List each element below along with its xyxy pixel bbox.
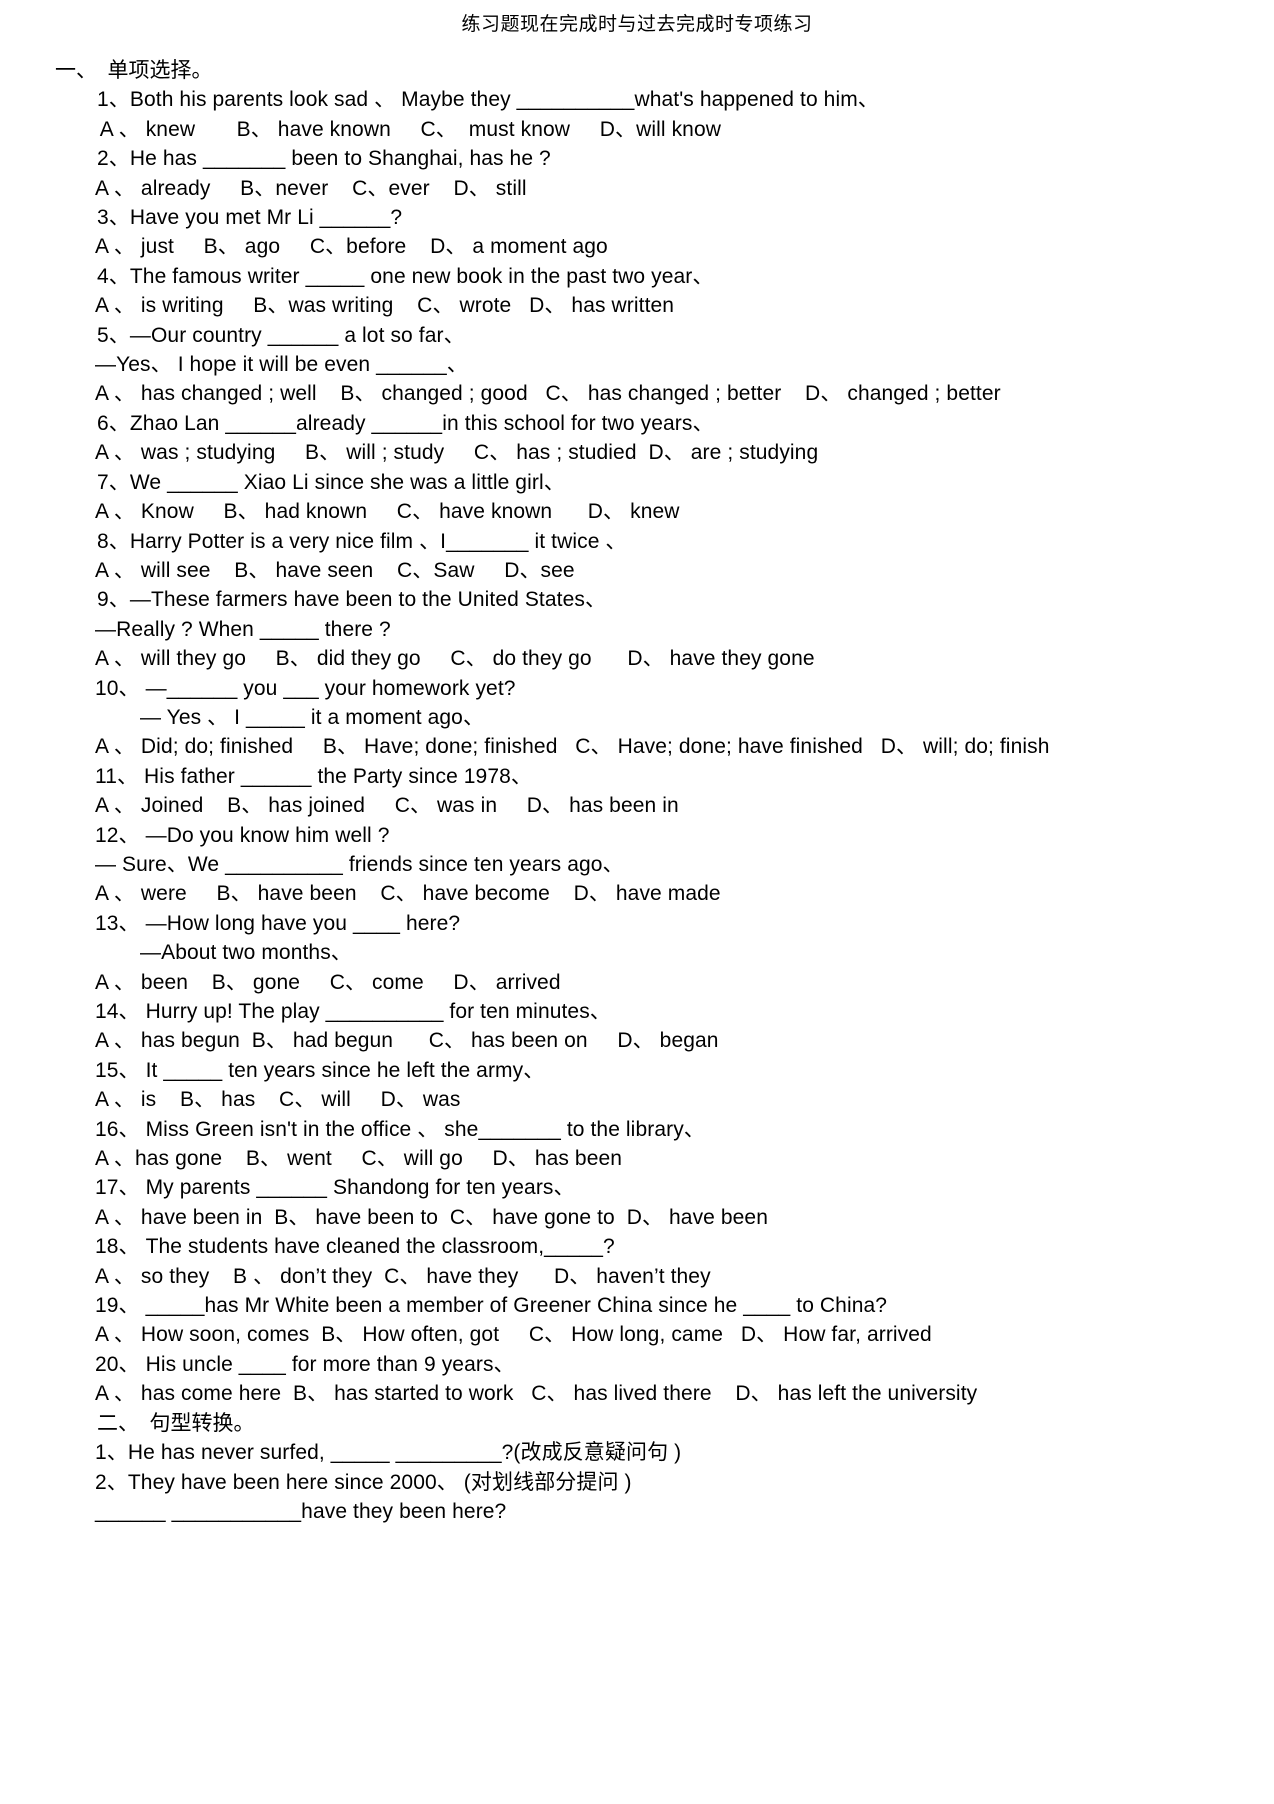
- option-line: A 、 will they go B、 did they go C、 do th…: [95, 647, 815, 671]
- option-line: A 、 has begun B、 had begun C、 has been o…: [95, 1029, 719, 1053]
- option-line: A 、 so they B 、 don’t they C、 have they …: [95, 1264, 711, 1288]
- question-line: 12、 —Do you know him well ?: [95, 823, 390, 847]
- section-heading-multiple-choice: 一、 单项选择。: [55, 58, 213, 82]
- question-line: 1、He has never surfed, _____ _________?(…: [95, 1441, 682, 1465]
- question-line: 14、 Hurry up! The play __________ for te…: [95, 1000, 611, 1023]
- question-line: 3、Have you met Mr Li ______?: [97, 206, 403, 230]
- document-body: 一、 单项选择。 1、Both his parents look sad 、 M…: [0, 56, 1274, 1526]
- option-line: A 、 Joined B、 has joined C、 was in D、 ha…: [95, 794, 679, 818]
- option-line: A 、 been B、 gone C、 come D、 arrived: [95, 970, 561, 994]
- section-multiple-choice: 一、 单项选择。 1、Both his parents look sad 、 M…: [55, 56, 1254, 1409]
- question-line: 8、Harry Potter is a very nice film 、I___…: [97, 529, 627, 553]
- question-line: 1、Both his parents look sad 、 Maybe they…: [97, 88, 879, 112]
- dialogue-line: — Sure、We __________ friends since ten y…: [95, 852, 624, 876]
- option-line: A 、 just B、 ago C、before D、 a moment ago: [95, 235, 608, 259]
- option-line: A 、 were B、 have been C、 have become D、 …: [95, 882, 721, 906]
- question-line: 7、We ______ Xiao Li since she was a litt…: [97, 470, 565, 494]
- question-line: 5、—Our country ______ a lot so far、: [97, 323, 465, 347]
- question-line: 20、 His uncle ____ for more than 9 years…: [95, 1352, 515, 1376]
- question-line: 10、 —______ you ___ your homework yet?: [95, 676, 516, 700]
- question-line: 13、 —How long have you ____ here?: [95, 911, 461, 935]
- option-line: A 、 How soon, comes B、 How often, got C、…: [95, 1323, 932, 1347]
- question-line: 2、They have been here since 2000、 (对划线部分…: [95, 1470, 632, 1494]
- question-line: 17、 My parents ______ Shandong for ten y…: [95, 1176, 575, 1200]
- option-line: A 、 was ; studying B、 will ; study C、 ha…: [95, 441, 819, 465]
- dialogue-line: —Really ? When _____ there ?: [95, 617, 391, 641]
- question-line: 11、 His father ______ the Party since 19…: [95, 764, 532, 788]
- section-heading-sentence-transformation: 二、 句型转换。: [97, 1410, 255, 1435]
- option-line: A 、 has changed ; well B、 changed ; good…: [95, 382, 1001, 406]
- question-line: 19、 _____has Mr White been a member of G…: [95, 1294, 888, 1318]
- option-line: A 、 have been in B、 have been to C、 have…: [95, 1205, 768, 1229]
- option-line: A 、 is writing B、was writing C、 wrote D、…: [95, 294, 675, 318]
- question-line: 16、 Miss Green isn't in the office 、 she…: [95, 1117, 705, 1141]
- question-line: 9、—These farmers have been to the United…: [97, 588, 607, 612]
- option-line: A 、 is B、 has C、 will D、 was: [95, 1088, 461, 1112]
- dialogue-line: —About two months、: [140, 941, 352, 965]
- question-list-multiple-choice: 1、Both his parents look sad 、 Maybe they…: [55, 85, 1254, 1408]
- question-line: 15、 It _____ ten years since he left the…: [95, 1058, 545, 1082]
- option-line: A 、 Know B、 had known C、 have known D、 k…: [95, 500, 680, 524]
- option-line: A 、 knew B、 have known C、 must know D、wi…: [95, 117, 722, 141]
- option-line: A 、 has come here B、 has started to work…: [95, 1382, 978, 1406]
- option-line: A 、 Did; do; finished B、 Have; done; fin…: [95, 735, 1050, 759]
- dialogue-line: — Yes 、 I _____ it a moment ago、: [140, 705, 485, 729]
- answer-blank-line: ______ ___________have they been here?: [95, 1499, 507, 1523]
- option-line: A 、 will see B、 have seen C、Saw D、see: [95, 558, 575, 582]
- option-line: A 、has gone B、 went C、 will go D、 has be…: [95, 1147, 623, 1171]
- question-line: 18、 The students have cleaned the classr…: [95, 1235, 615, 1259]
- page-title: 练习题现在完成时与过去完成时专项练习: [461, 14, 813, 35]
- option-line: A 、 already B、never C、ever D、 still: [95, 176, 527, 200]
- worksheet-page: 练习题现在完成时与过去完成时专项练习 一、 单项选择。 1、Both his p…: [0, 0, 1274, 1804]
- question-line: 4、The famous writer _____ one new book i…: [97, 264, 714, 288]
- section-sentence-transformation: 二、 句型转换。 1、He has never surfed, _____ __…: [55, 1409, 1254, 1527]
- question-line: 6、Zhao Lan ______already ______in this s…: [97, 411, 714, 435]
- dialogue-line: —Yes、 I hope it will be even ______、: [95, 353, 468, 377]
- question-line: 2、He has _______ been to Shanghai, has h…: [97, 147, 551, 171]
- question-list-sentence-transformation: 1、He has never surfed, _____ _________?(…: [55, 1438, 1254, 1526]
